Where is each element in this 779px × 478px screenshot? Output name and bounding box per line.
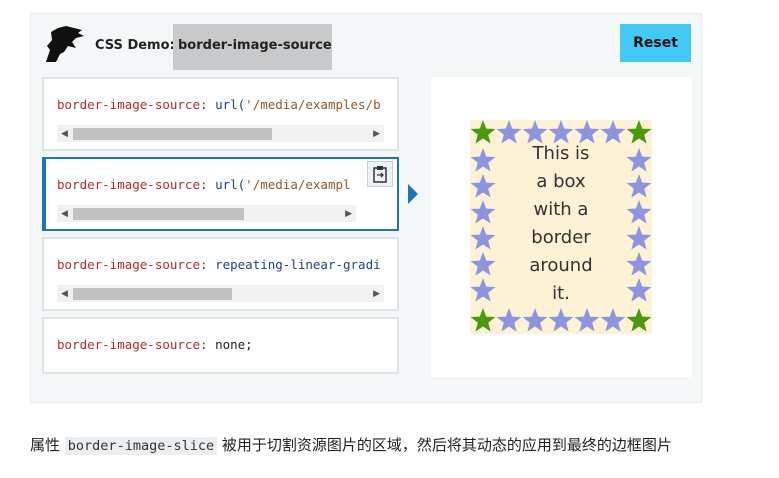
corner-star-icon	[470, 120, 496, 144]
edge-star-icon	[470, 226, 496, 250]
edge-star-icon	[600, 308, 626, 332]
code-line: border-image-source: repeating-linear-gr…	[57, 257, 381, 272]
edge-star-icon	[470, 174, 496, 198]
text-line: border	[531, 227, 591, 248]
css-property: border-image-source	[57, 337, 200, 352]
corner-star-icon	[626, 308, 652, 332]
description-prefix: 属性	[30, 436, 61, 454]
scroll-right-arrow-icon[interactable]: ▶	[345, 207, 352, 221]
css-property: border-image-source	[57, 177, 200, 192]
edge-star-icon	[626, 174, 652, 198]
edge-star-icon	[626, 252, 652, 276]
code-line: border-image-source: none;	[57, 337, 253, 352]
choice-example-4[interactable]: border-image-source: none;	[42, 317, 399, 374]
colon: :	[200, 177, 208, 192]
bordered-example-box: This is a box with a border around it.	[470, 120, 652, 334]
edge-star-icon	[496, 308, 522, 332]
demo-title-prefix: CSS Demo:	[95, 38, 175, 53]
css-property: border-image-source	[57, 97, 200, 112]
horizontal-scrollbar[interactable]: ◀ ▶	[57, 205, 356, 222]
text-line: with a	[533, 199, 589, 220]
edge-star-icon	[626, 278, 652, 302]
output-panel: This is a box with a border around it.	[431, 77, 692, 377]
text-line: a box	[536, 171, 586, 192]
example-text: This is a box with a border around it.	[500, 140, 622, 308]
text-line: This is	[532, 143, 590, 164]
description-paragraph: 属性 border-image-slice 被用于切割资源图片的区域，然后将其动…	[30, 434, 710, 457]
scroll-right-arrow-icon[interactable]: ▶	[373, 127, 380, 141]
inline-code: border-image-slice	[64, 437, 218, 455]
edge-star-icon	[626, 200, 652, 224]
edge-star-icon	[522, 308, 548, 332]
css-function: url(	[215, 177, 246, 192]
edge-star-icon	[574, 308, 600, 332]
edge-star-icon	[548, 308, 574, 332]
demo-header: CSS Demo: border-image-source Reset	[31, 14, 701, 74]
css-property: border-image-source	[57, 257, 200, 272]
text-line: around	[529, 255, 593, 276]
text-line: it.	[552, 283, 570, 304]
css-argument: '/media/exampl	[245, 177, 351, 192]
code-line: border-image-source: url('/media/example…	[57, 97, 381, 112]
corner-star-icon	[470, 308, 496, 332]
interactive-demo: CSS Demo: border-image-source Reset bord…	[30, 13, 702, 403]
choice-example-1[interactable]: border-image-source: url('/media/example…	[42, 77, 399, 151]
demo-title-property: border-image-source	[173, 24, 332, 70]
scroll-left-arrow-icon[interactable]: ◀	[61, 207, 68, 221]
colon: :	[200, 257, 208, 272]
edge-star-icon	[470, 278, 496, 302]
edge-star-icon	[470, 252, 496, 276]
css-value: none;	[215, 337, 253, 352]
scroll-left-arrow-icon[interactable]: ◀	[61, 127, 68, 141]
corner-star-icon	[626, 120, 652, 144]
scroll-right-arrow-icon[interactable]: ▶	[373, 287, 380, 301]
edge-star-icon	[470, 148, 496, 172]
css-function: url(	[215, 97, 246, 112]
colon: :	[200, 97, 208, 112]
code-line: border-image-source: url('/media/exampl	[57, 177, 351, 192]
clipboard-copy-icon	[373, 166, 387, 183]
horizontal-scrollbar[interactable]: ◀ ▶	[57, 125, 384, 142]
edge-star-icon	[626, 148, 652, 172]
css-argument: '/media/examples/b	[245, 97, 381, 112]
horizontal-scrollbar[interactable]: ◀ ▶	[57, 285, 384, 302]
selected-indicator-arrow-icon	[408, 184, 418, 204]
choice-example-3[interactable]: border-image-source: repeating-linear-gr…	[42, 237, 399, 311]
css-function: repeating-linear-gradi	[215, 257, 381, 272]
reset-button[interactable]: Reset	[620, 24, 691, 62]
colon: :	[200, 337, 208, 352]
scroll-left-arrow-icon[interactable]: ◀	[61, 287, 68, 301]
scrollbar-thumb[interactable]	[73, 288, 232, 300]
mdn-dinosaur-logo-icon	[46, 26, 84, 62]
edge-star-icon	[470, 200, 496, 224]
description-suffix: 被用于切割资源图片的区域，然后将其动态的应用到最终的边框图片	[221, 436, 672, 454]
edge-star-icon	[626, 226, 652, 250]
scrollbar-thumb[interactable]	[73, 128, 272, 140]
scrollbar-thumb[interactable]	[73, 208, 244, 220]
choice-example-2[interactable]: border-image-source: url('/media/exampl …	[42, 157, 399, 231]
copy-button[interactable]	[367, 161, 393, 187]
